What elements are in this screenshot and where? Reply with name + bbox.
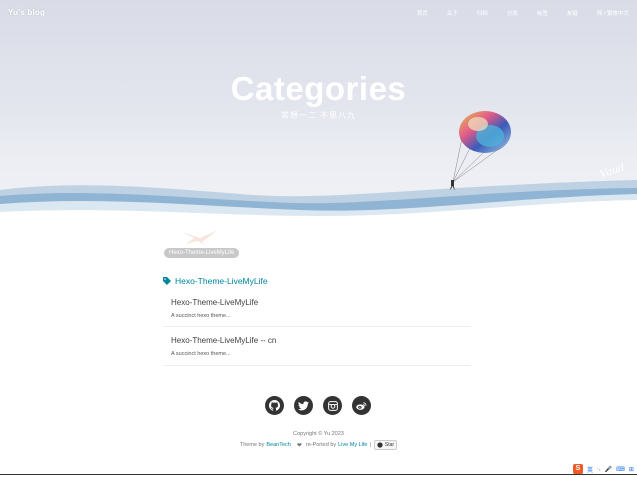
post-title[interactable]: Hexo-Theme-LiveMyLife -- cn bbox=[171, 336, 471, 345]
ime-lang-toggle[interactable]: 英 bbox=[587, 465, 593, 474]
weibo-icon bbox=[356, 401, 367, 410]
nav-links: 首页 关于 归档 分类 标签 友链 简 / 繁体中文 bbox=[398, 9, 629, 17]
grid-menu-icon[interactable]: ⊞ bbox=[629, 466, 634, 473]
twitter-link[interactable] bbox=[294, 396, 313, 415]
sogou-logo-icon[interactable]: S bbox=[573, 464, 583, 474]
credit-separator: | bbox=[369, 442, 371, 448]
signature-watermark: Vaud bbox=[598, 162, 627, 181]
github-icon bbox=[377, 442, 383, 448]
twitter-icon bbox=[298, 400, 309, 410]
star-label: Star bbox=[384, 442, 395, 448]
social-links bbox=[265, 396, 381, 415]
nav-link-home[interactable]: 首页 bbox=[417, 9, 428, 17]
hero-banner: Yu's blog 首页 关于 归档 分类 标签 友链 简 / 繁体中文 Cat… bbox=[0, 0, 637, 230]
page-subtitle: 常想一二 不思八九 bbox=[280, 111, 357, 120]
nav-link-language-toggle[interactable]: 简 / 繁体中文 bbox=[597, 9, 629, 17]
page-title: Categories bbox=[230, 70, 407, 107]
divider bbox=[163, 365, 471, 366]
beantech-link[interactable]: BeanTech bbox=[266, 442, 290, 448]
theme-by-label: Theme by bbox=[239, 442, 265, 448]
ime-punct-toggle[interactable]: ·, bbox=[597, 466, 601, 472]
category-heading[interactable]: Hexo-Theme-LiveMyLife bbox=[163, 276, 268, 286]
post-title[interactable]: Hexo-Theme-LiveMyLife bbox=[171, 298, 471, 307]
nav-link-categories[interactable]: 分类 bbox=[507, 9, 518, 17]
copyright-text: Copyright © Yu 2023 bbox=[293, 431, 344, 437]
bottom-border bbox=[0, 474, 637, 475]
keyboard-icon[interactable]: ⌨ bbox=[616, 466, 625, 473]
nav-link-friends[interactable]: 友链 bbox=[567, 9, 578, 17]
nav-link-about[interactable]: 关于 bbox=[447, 9, 458, 17]
microphone-icon[interactable]: 🎤 bbox=[605, 466, 612, 473]
github-star-button[interactable]: Star bbox=[373, 440, 398, 450]
nav-link-archive[interactable]: 归档 bbox=[477, 9, 488, 17]
top-navbar: Yu's blog 首页 关于 归档 分类 标签 友链 简 / 繁体中文 bbox=[0, 0, 637, 26]
post-excerpt: A succinct hexo theme... bbox=[171, 351, 231, 357]
post-item[interactable]: Hexo-Theme-LiveMyLife -- cn A succinct h… bbox=[163, 336, 471, 366]
heart-icon: ❤ bbox=[296, 442, 302, 449]
post-excerpt: A succinct hexo theme... bbox=[171, 313, 231, 319]
ime-toolbar: S 英 ·, 🎤 ⌨ ⊞ bbox=[573, 464, 637, 474]
tag-icon bbox=[163, 277, 171, 285]
splash-decoration bbox=[182, 230, 218, 246]
category-name: Hexo-Theme-LiveMyLife bbox=[175, 276, 268, 286]
blog-brand-link[interactable]: Yu's blog bbox=[8, 8, 45, 17]
theme-credits: Theme by BeanTech ❤ re-Ported by Live My… bbox=[0, 440, 637, 450]
wave-decoration bbox=[0, 180, 637, 230]
instagram-link[interactable] bbox=[323, 396, 342, 415]
moon-icon[interactable] bbox=[18, 453, 27, 464]
livemylife-link[interactable]: Live My Life bbox=[338, 442, 367, 448]
nav-link-tags[interactable]: 标签 bbox=[537, 9, 548, 17]
weibo-link[interactable] bbox=[352, 396, 371, 415]
github-icon bbox=[269, 400, 280, 411]
instagram-icon bbox=[327, 400, 338, 411]
tag-pill[interactable]: Hexo-Theme-LiveMyLife bbox=[164, 248, 240, 258]
divider bbox=[163, 326, 471, 327]
post-item[interactable]: Hexo-Theme-LiveMyLife A succinct hexo th… bbox=[163, 298, 471, 327]
github-link[interactable] bbox=[265, 396, 284, 415]
reported-by-label: re-Ported by bbox=[305, 442, 337, 448]
